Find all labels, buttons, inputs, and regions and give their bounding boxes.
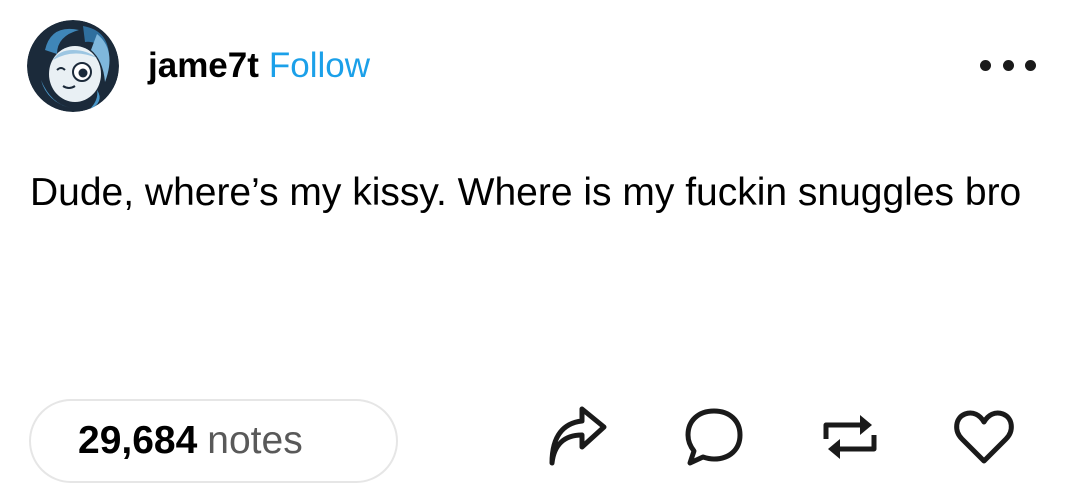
reply-button[interactable] bbox=[682, 405, 746, 469]
like-button[interactable] bbox=[952, 405, 1016, 469]
follow-button[interactable]: Follow bbox=[269, 46, 370, 85]
reblog-button[interactable] bbox=[818, 405, 882, 469]
reblog-icon bbox=[823, 415, 877, 459]
more-options-icon bbox=[980, 59, 991, 71]
avatar-image bbox=[27, 20, 119, 112]
share-icon bbox=[549, 406, 607, 466]
post-body-text: Dude, where’s my kissy. Where is my fuck… bbox=[30, 171, 1022, 214]
username-link[interactable]: jame7t bbox=[148, 46, 259, 85]
notes-count: 29,684 bbox=[78, 419, 198, 462]
share-button[interactable] bbox=[544, 405, 608, 469]
notes-label: notes bbox=[207, 419, 303, 462]
avatar[interactable] bbox=[27, 20, 119, 112]
post-header: jame7t Follow bbox=[148, 44, 370, 88]
notes-button[interactable]: 29,684 notes bbox=[29, 399, 398, 483]
reply-icon bbox=[685, 408, 743, 466]
more-options-button[interactable] bbox=[980, 54, 1036, 76]
more-options-icon-dot bbox=[1025, 59, 1036, 71]
heart-icon bbox=[954, 410, 1014, 464]
post-card: jame7t Follow Dude, where’s my kissy. Whe… bbox=[0, 0, 1080, 504]
more-options-icon-dot bbox=[1002, 59, 1014, 71]
